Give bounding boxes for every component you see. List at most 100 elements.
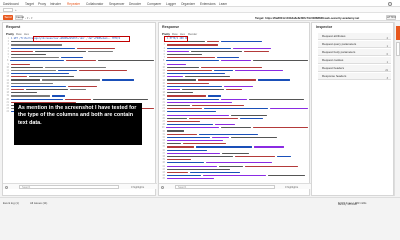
code-text: [61, 57, 83, 59]
code-text: [214, 69, 233, 72]
code-text: [167, 53, 202, 56]
code-text: [11, 92, 37, 94]
response-search-input[interactable]: Search: [175, 185, 275, 189]
code-text: [11, 82, 53, 84]
rail-notes-tab[interactable]: [395, 42, 400, 56]
tab-dashboard[interactable]: Dashboard: [3, 2, 19, 6]
row-label: Request query parameters: [322, 42, 357, 46]
code-text: [252, 127, 308, 129]
code-text: [196, 146, 252, 148]
event-log-link[interactable]: Event log (1): [3, 201, 19, 205]
code-text: [258, 79, 290, 81]
tab-collaborator[interactable]: Collaborator: [86, 2, 103, 6]
code-text: [167, 44, 218, 46]
settings-icon[interactable]: [388, 1, 392, 6]
inspector-response-headers[interactable]: Response headers 3: [318, 73, 391, 80]
send-button[interactable]: Send: [3, 15, 13, 20]
code-text: [11, 53, 46, 56]
row-count: 3: [386, 76, 388, 80]
add-tab-icon[interactable]: +: [15, 8, 19, 12]
code-text: [11, 50, 33, 52]
tab-logger[interactable]: Logger: [166, 2, 176, 6]
help-icon[interactable]: [161, 185, 164, 189]
code-text: [198, 79, 256, 81]
tab-target[interactable]: Target: [25, 2, 34, 6]
code-text: [167, 111, 216, 113]
help-icon[interactable]: [5, 185, 8, 189]
tab-repeater[interactable]: Repeater: [67, 2, 81, 8]
code-text: [207, 41, 219, 43]
inspector-query-params[interactable]: Request query parameters 1: [318, 41, 391, 48]
code-text: [277, 155, 291, 158]
code-text: [192, 104, 244, 107]
code-text: [226, 89, 242, 91]
code-text: [249, 98, 304, 100]
inspector-body-params[interactable]: Request body parameters 0: [318, 49, 391, 56]
code-text: [167, 69, 212, 72]
highlight-box-request: [33, 36, 130, 42]
row-label: Request headers: [322, 66, 345, 70]
history-nav-icon[interactable]: ‹ ▾ › ▾: [25, 16, 33, 20]
code-text: [11, 73, 69, 75]
code-text: [10, 60, 64, 62]
tab-learn[interactable]: Learn: [219, 2, 227, 6]
code-text: [221, 127, 251, 129]
code-text: [11, 47, 75, 49]
code-text: [167, 63, 186, 65]
tab-organizer[interactable]: Organizer: [181, 2, 195, 6]
code-text: [166, 60, 219, 62]
repeater-tab-1[interactable]: [3, 8, 13, 12]
tab-decoder[interactable]: Decoder: [129, 2, 141, 6]
code-text: [11, 63, 30, 65]
code-text: [233, 47, 271, 49]
tab-intruder[interactable]: Intruder: [50, 2, 61, 6]
row-label: Request body parameters: [322, 50, 356, 54]
code-text: [206, 162, 272, 164]
code-text: [167, 95, 206, 97]
code-text: [221, 98, 247, 100]
http-version-button[interactable]: HTTP/2: [386, 15, 396, 20]
cancel-button[interactable]: Cancel: [15, 15, 24, 20]
tab-comparer[interactable]: Comparer: [147, 2, 161, 6]
request-search-bar: Search 0 highlights: [3, 183, 157, 189]
code-text: [201, 66, 262, 68]
code-text: [167, 146, 194, 148]
response-panel: Response Pretty Raw Hex Render 11 HTTP/2…: [158, 22, 311, 196]
code-text: [58, 69, 77, 72]
code-text: [65, 98, 91, 100]
request-title: Request: [6, 25, 21, 29]
code-text: [29, 76, 74, 78]
response-tab-render[interactable]: Render: [188, 32, 197, 36]
rail-inspector-tab[interactable]: [395, 26, 400, 40]
tab-sequencer[interactable]: Sequencer: [109, 2, 124, 6]
code-text: [199, 133, 258, 135]
code-text: [167, 162, 204, 164]
code-text: [167, 130, 184, 132]
inspector-cookies[interactable]: Request cookies 1: [318, 57, 391, 64]
all-issues-link[interactable]: All issues (11): [30, 201, 47, 205]
inspector-title: Inspector: [316, 25, 333, 29]
code-text: [42, 79, 100, 81]
inspector-request-attributes[interactable]: Request attributes 2: [318, 33, 391, 40]
response-editor[interactable]: 11 HTTP/2 200 OK 2 3 4 5 6 7 8 9 10 11 12 13 14 15 16 1…: [160, 37, 308, 183]
code-text: [254, 146, 284, 148]
tab-extensions[interactable]: Extensions: [200, 2, 216, 6]
code-text: [217, 57, 239, 59]
code-text: [244, 50, 269, 52]
target-url: Target: https://0a8004c104b2a6e8c80fc73c…: [255, 15, 360, 20]
side-rail: [394, 22, 400, 196]
code-text: [167, 98, 219, 100]
inspector-request-headers[interactable]: Request headers 21: [318, 65, 391, 72]
code-text: [191, 50, 242, 52]
request-tab-hex[interactable]: Hex: [24, 32, 29, 36]
response-title: Response: [162, 25, 180, 29]
code-text: [167, 73, 225, 75]
code-text: [203, 175, 266, 177]
annotation-callout: As mention in the screenshot I have test…: [14, 103, 142, 145]
request-search-input[interactable]: Search: [19, 185, 119, 189]
request-tab-pretty[interactable]: Pretty: [6, 32, 14, 36]
request-tab-raw[interactable]: Raw: [16, 32, 22, 36]
tab-proxy[interactable]: Proxy: [38, 2, 46, 6]
code-text: [189, 117, 238, 119]
code-text: [221, 41, 262, 43]
